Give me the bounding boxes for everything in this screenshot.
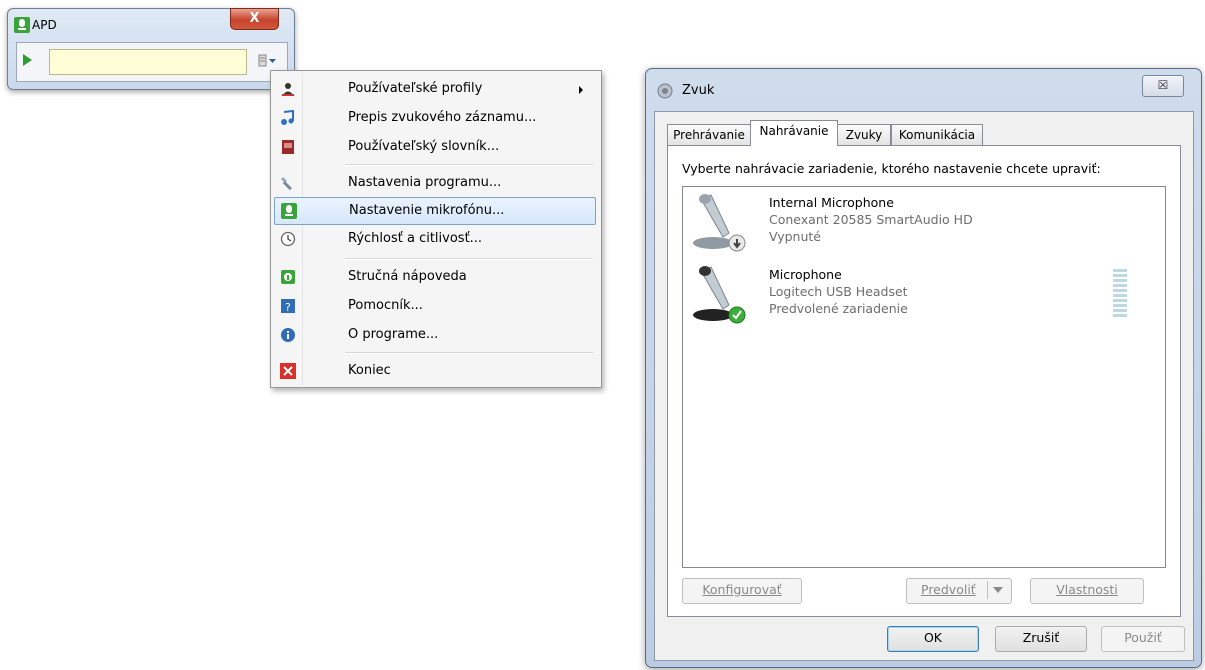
menu-item-label: Nastavenie mikrofónu... <box>349 203 505 218</box>
device-driver: Conexant 20585 SmartAudio HD <box>769 212 973 227</box>
menu-item-label: Prepis zvukového záznamu... <box>348 110 537 125</box>
microphone-device-icon <box>693 194 746 252</box>
wrench-icon <box>281 177 292 191</box>
menu-item-quick-help[interactable]: Stručná nápoveda <box>274 264 596 290</box>
properties-label: Vlastnosti <box>1056 582 1118 597</box>
dialog-title: Zvuk <box>682 83 715 98</box>
apply-button[interactable]: Použiť <box>1101 626 1185 652</box>
device-item-microphone[interactable]: Microphone Logitech USB Headset Predvole… <box>685 259 1155 329</box>
apd-title: APD <box>32 18 57 32</box>
sound-dialog: Zvuk ☒ Prehrávanie Nahrávanie Zvuky Komu… <box>645 68 1202 668</box>
tab-sounds[interactable]: Zvuky <box>837 124 891 145</box>
svg-text:?: ? <box>285 301 291 314</box>
dictation-input[interactable] <box>49 49 247 75</box>
device-prompt: Vyberte nahrávacie zariadenie, ktorého n… <box>682 161 1101 176</box>
context-menu: Používateľské profily Prepis zvukového z… <box>270 70 602 388</box>
menu-item-microphone-settings[interactable]: Nastavenie mikrofónu... <box>274 197 596 225</box>
chevron-down-icon[interactable] <box>993 587 1003 594</box>
properties-button[interactable]: Vlastnosti <box>1030 578 1144 604</box>
device-list: Internal Microphone Conexant 20585 Smart… <box>682 186 1166 568</box>
menu-item-transcription[interactable]: Prepis zvukového záznamu... <box>274 105 596 131</box>
menu-item-helper[interactable]: ? Pomocník... <box>274 293 596 319</box>
menu-item-label: Rýchlosť a citlivosť... <box>348 231 483 246</box>
tab-communication[interactable]: Komunikácia <box>891 124 983 145</box>
exit-icon <box>280 363 296 379</box>
device-status: Vypnuté <box>769 229 821 244</box>
recording-panel: Vyberte nahrávacie zariadenie, ktorého n… <box>667 145 1181 617</box>
tab-recording[interactable]: Nahrávanie <box>750 120 838 146</box>
menu-item-user-profiles[interactable]: Používateľské profily <box>274 76 596 102</box>
clock-icon <box>280 231 296 247</box>
help-book-icon: ? <box>281 299 295 314</box>
info-icon <box>281 328 295 342</box>
set-default-label: Predvoliť <box>921 582 976 597</box>
ok-button[interactable]: OK <box>887 626 979 652</box>
apd-toolbar <box>16 42 288 82</box>
split-divider <box>987 581 988 599</box>
menu-item-label: Používateľské profily <box>348 81 483 96</box>
input-level-meter <box>1113 269 1127 319</box>
device-status: Predvolené zariadenie <box>769 301 908 316</box>
menu-dropdown-icon[interactable] <box>257 53 279 69</box>
menu-separator <box>345 164 593 166</box>
submenu-arrow-icon <box>579 86 583 94</box>
tab-playback[interactable]: Prehrávanie <box>667 124 751 145</box>
menu-item-speed-sensitivity[interactable]: Rýchlosť a citlivosť... <box>274 226 596 252</box>
configure-label: Konfigurovať <box>702 582 782 597</box>
menu-separator <box>345 258 593 260</box>
apd-close-button[interactable]: X <box>230 8 279 30</box>
menu-item-label: Stručná nápoveda <box>348 269 467 284</box>
microphone-app-icon <box>14 17 30 33</box>
user-profile-icon <box>282 83 294 96</box>
speaker-icon <box>657 83 673 99</box>
menu-item-label: Pomocník... <box>348 298 423 313</box>
device-name: Microphone <box>769 267 842 282</box>
menu-item-program-settings[interactable]: Nastavenia programu... <box>274 170 596 196</box>
menu-item-exit[interactable]: Koniec <box>274 358 596 384</box>
menu-item-label: Nastavenia programu... <box>348 175 502 190</box>
play-icon[interactable] <box>23 54 32 66</box>
menu-item-label: O programe... <box>348 327 439 342</box>
menu-separator <box>345 352 593 354</box>
menu-item-label: Koniec <box>348 363 391 378</box>
menu-item-user-dictionary[interactable]: Používateľský slovník... <box>274 134 596 160</box>
device-name: Internal Microphone <box>769 195 894 210</box>
quick-help-icon <box>281 270 295 284</box>
microphone-device-icon <box>693 266 746 324</box>
dialog-client-area: Prehrávanie Nahrávanie Zvuky Komunikácia… <box>654 111 1194 661</box>
device-item-internal-microphone[interactable]: Internal Microphone Conexant 20585 Smart… <box>685 187 1155 257</box>
device-driver: Logitech USB Headset <box>769 284 908 299</box>
set-default-button[interactable]: Predvoliť <box>906 578 1012 604</box>
apd-window: APD X <box>7 8 295 90</box>
dictionary-icon <box>282 140 294 154</box>
microphone-icon <box>281 203 297 219</box>
menu-item-about[interactable]: O programe... <box>274 322 596 348</box>
dialog-close-button[interactable]: ☒ <box>1142 75 1184 97</box>
menu-item-label: Používateľský slovník... <box>348 139 500 154</box>
cancel-button[interactable]: Zrušiť <box>995 626 1087 652</box>
transcription-icon <box>281 110 294 125</box>
configure-button[interactable]: Konfigurovať <box>682 578 802 604</box>
